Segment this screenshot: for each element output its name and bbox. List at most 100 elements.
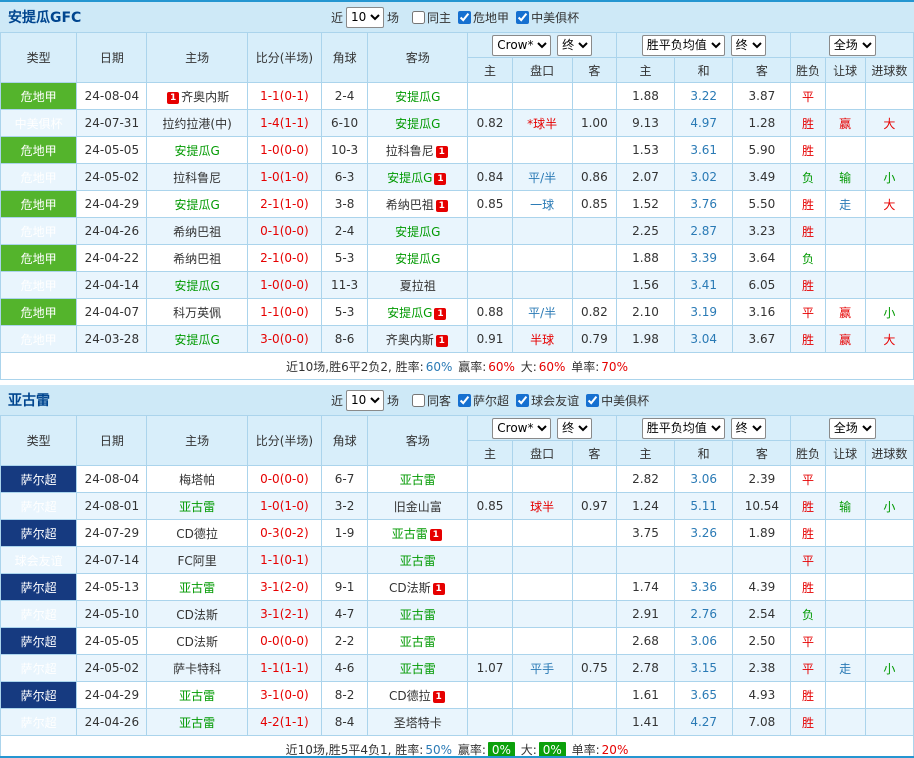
home-team-name[interactable]: FC阿里 <box>177 554 216 568</box>
ah-away-odds: 0.85 <box>572 191 616 218</box>
home-team-name[interactable]: 科万英佩 <box>173 306 221 320</box>
avg-home-odds: 2.91 <box>616 601 674 628</box>
team-section: 亚古雷 近 10 场 同客萨尔超球会友谊中美俱杯 类型 日期 主场 比分(半 <box>0 385 914 758</box>
away-team-cell: 夏拉祖 <box>368 272 468 299</box>
avg-time-select[interactable]: 终 <box>731 418 766 439</box>
home-team-name[interactable]: 亚古雷 <box>179 581 215 595</box>
scope-select[interactable]: 全场 <box>829 418 876 439</box>
summary-text: 大: <box>517 743 537 757</box>
home-team-name[interactable]: 安提瓜G <box>174 279 219 293</box>
avg-odds-select[interactable]: 胜平负均值 <box>642 35 725 56</box>
avg-away-odds: 2.50 <box>733 628 791 655</box>
filter-checkbox[interactable] <box>516 394 529 407</box>
match-date: 24-04-14 <box>77 272 147 299</box>
home-team-name[interactable]: 萨卡特科 <box>173 662 221 676</box>
league-badge: 危地甲 <box>1 218 77 245</box>
league-filter: 球会友谊 <box>509 392 579 409</box>
away-team-name[interactable]: 亚古雷 <box>400 635 436 649</box>
match-score: 1-4(1-1) <box>247 110 321 137</box>
avg-away-odds: 5.90 <box>733 137 791 164</box>
subheader-ah-line: 盘口 <box>512 441 572 466</box>
filter-checkbox[interactable] <box>516 11 529 24</box>
corner-count: 2-4 <box>322 83 368 110</box>
away-team-name[interactable]: 亚古雷 <box>400 662 436 676</box>
col-header-type: 类型 <box>1 33 77 83</box>
away-team-name[interactable]: 安提瓜G <box>395 252 440 266</box>
filter-checkbox[interactable] <box>412 11 425 24</box>
home-team-name[interactable]: CD德拉 <box>176 527 218 541</box>
away-team-name[interactable]: 安提瓜G <box>387 171 432 185</box>
home-team-name[interactable]: 拉约拉港(中) <box>162 117 231 131</box>
away-team-name[interactable]: 安提瓜G <box>395 90 440 104</box>
away-team-cell: CD德拉1 <box>368 682 468 709</box>
away-team-name[interactable]: 亚古雷 <box>400 473 436 487</box>
home-team-name[interactable]: 安提瓜G <box>174 144 219 158</box>
result-goals <box>865 83 913 110</box>
ah-home-odds: 0.85 <box>468 493 512 520</box>
match-date: 24-04-26 <box>77 218 147 245</box>
match-row: 萨尔超24-05-13亚古雷3-1(2-0)9-1CD法斯11.743.364.… <box>1 574 914 601</box>
away-team-name[interactable]: CD德拉 <box>389 689 431 703</box>
away-team-name[interactable]: 夏拉祖 <box>400 279 436 293</box>
avg-odds-select[interactable]: 胜平负均值 <box>642 418 725 439</box>
result-goals <box>865 682 913 709</box>
away-team-name[interactable]: 安提瓜G <box>395 225 440 239</box>
away-team-cell: 圣塔特卡 <box>368 709 468 736</box>
match-score: 1-1(0-0) <box>247 299 321 326</box>
filter-checkbox[interactable] <box>458 394 471 407</box>
result-spread: 赢 <box>825 299 865 326</box>
summary-row: 近10场,胜5平4负1, 胜率:50% 赢率:0% 大:0% 单率:20% <box>1 736 914 758</box>
away-team-name[interactable]: 亚古雷 <box>392 527 428 541</box>
ah-away-odds <box>572 574 616 601</box>
avg-time-select[interactable]: 终 <box>731 35 766 56</box>
away-team-name[interactable]: 齐奥内斯 <box>386 333 434 347</box>
home-team-name[interactable]: 齐奥内斯 <box>181 90 229 104</box>
away-team-name[interactable]: 安提瓜G <box>387 306 432 320</box>
match-date: 24-04-26 <box>77 709 147 736</box>
filter-checkbox[interactable] <box>458 11 471 24</box>
match-rows: 危地甲24-08-041齐奥内斯1-1(0-1)2-4安提瓜G1.883.223… <box>1 83 914 353</box>
away-team-name[interactable]: 安提瓜G <box>395 117 440 131</box>
away-team-name[interactable]: 希纳巴祖 <box>386 198 434 212</box>
odds-time-select[interactable]: 终 <box>557 418 592 439</box>
bookmaker-select[interactable]: Crow* <box>492 35 551 56</box>
matches-table: 类型 日期 主场 比分(半场) 角球 客场 Crow* 终 胜平负均值 终 <box>0 415 914 758</box>
home-team-name[interactable]: 亚古雷 <box>179 716 215 730</box>
scope-select[interactable]: 全场 <box>829 35 876 56</box>
filter-checkbox[interactable] <box>412 394 425 407</box>
home-team-name[interactable]: 拉科鲁尼 <box>173 171 221 185</box>
home-team-name[interactable]: 亚古雷 <box>179 689 215 703</box>
result-goals: 大 <box>865 191 913 218</box>
match-row: 危地甲24-04-29安提瓜G2-1(1-0)3-8希纳巴祖10.85一球0.8… <box>1 191 914 218</box>
home-team-name[interactable]: 亚古雷 <box>179 500 215 514</box>
away-team-name[interactable]: 旧金山富 <box>394 500 442 514</box>
ah-away-odds: 0.75 <box>572 655 616 682</box>
home-team-name[interactable]: CD法斯 <box>176 608 218 622</box>
home-team-name[interactable]: 安提瓜G <box>174 333 219 347</box>
home-team-name[interactable]: 梅塔帕 <box>179 473 215 487</box>
ah-line <box>512 520 572 547</box>
match-score: 3-1(0-0) <box>247 682 321 709</box>
ah-line <box>512 272 572 299</box>
away-team-name[interactable]: 拉科鲁尼 <box>386 144 434 158</box>
home-team-name[interactable]: 希纳巴祖 <box>173 225 221 239</box>
away-team-name[interactable]: 圣塔特卡 <box>394 716 442 730</box>
bookmaker-select[interactable]: Crow* <box>492 418 551 439</box>
match-date: 24-05-05 <box>77 628 147 655</box>
filter-checkbox[interactable] <box>586 394 599 407</box>
ah-away-odds <box>572 628 616 655</box>
match-count-select[interactable]: 10 <box>346 7 384 28</box>
away-team-name[interactable]: 亚古雷 <box>400 608 436 622</box>
match-row: 危地甲24-08-041齐奥内斯1-1(0-1)2-4安提瓜G1.883.223… <box>1 83 914 110</box>
away-team-name[interactable]: 亚古雷 <box>400 554 436 568</box>
col-header-away: 客场 <box>368 33 468 83</box>
result-wdl: 胜 <box>791 218 825 245</box>
avg-draw-odds: 4.97 <box>675 110 733 137</box>
match-count-select[interactable]: 10 <box>346 390 384 411</box>
home-team-name[interactable]: CD法斯 <box>176 635 218 649</box>
home-team-name[interactable]: 希纳巴祖 <box>173 252 221 266</box>
odds-time-select[interactable]: 终 <box>557 35 592 56</box>
home-team-name[interactable]: 安提瓜G <box>174 198 219 212</box>
away-team-name[interactable]: CD法斯 <box>389 581 431 595</box>
league-filter: 危地甲 <box>451 9 509 26</box>
